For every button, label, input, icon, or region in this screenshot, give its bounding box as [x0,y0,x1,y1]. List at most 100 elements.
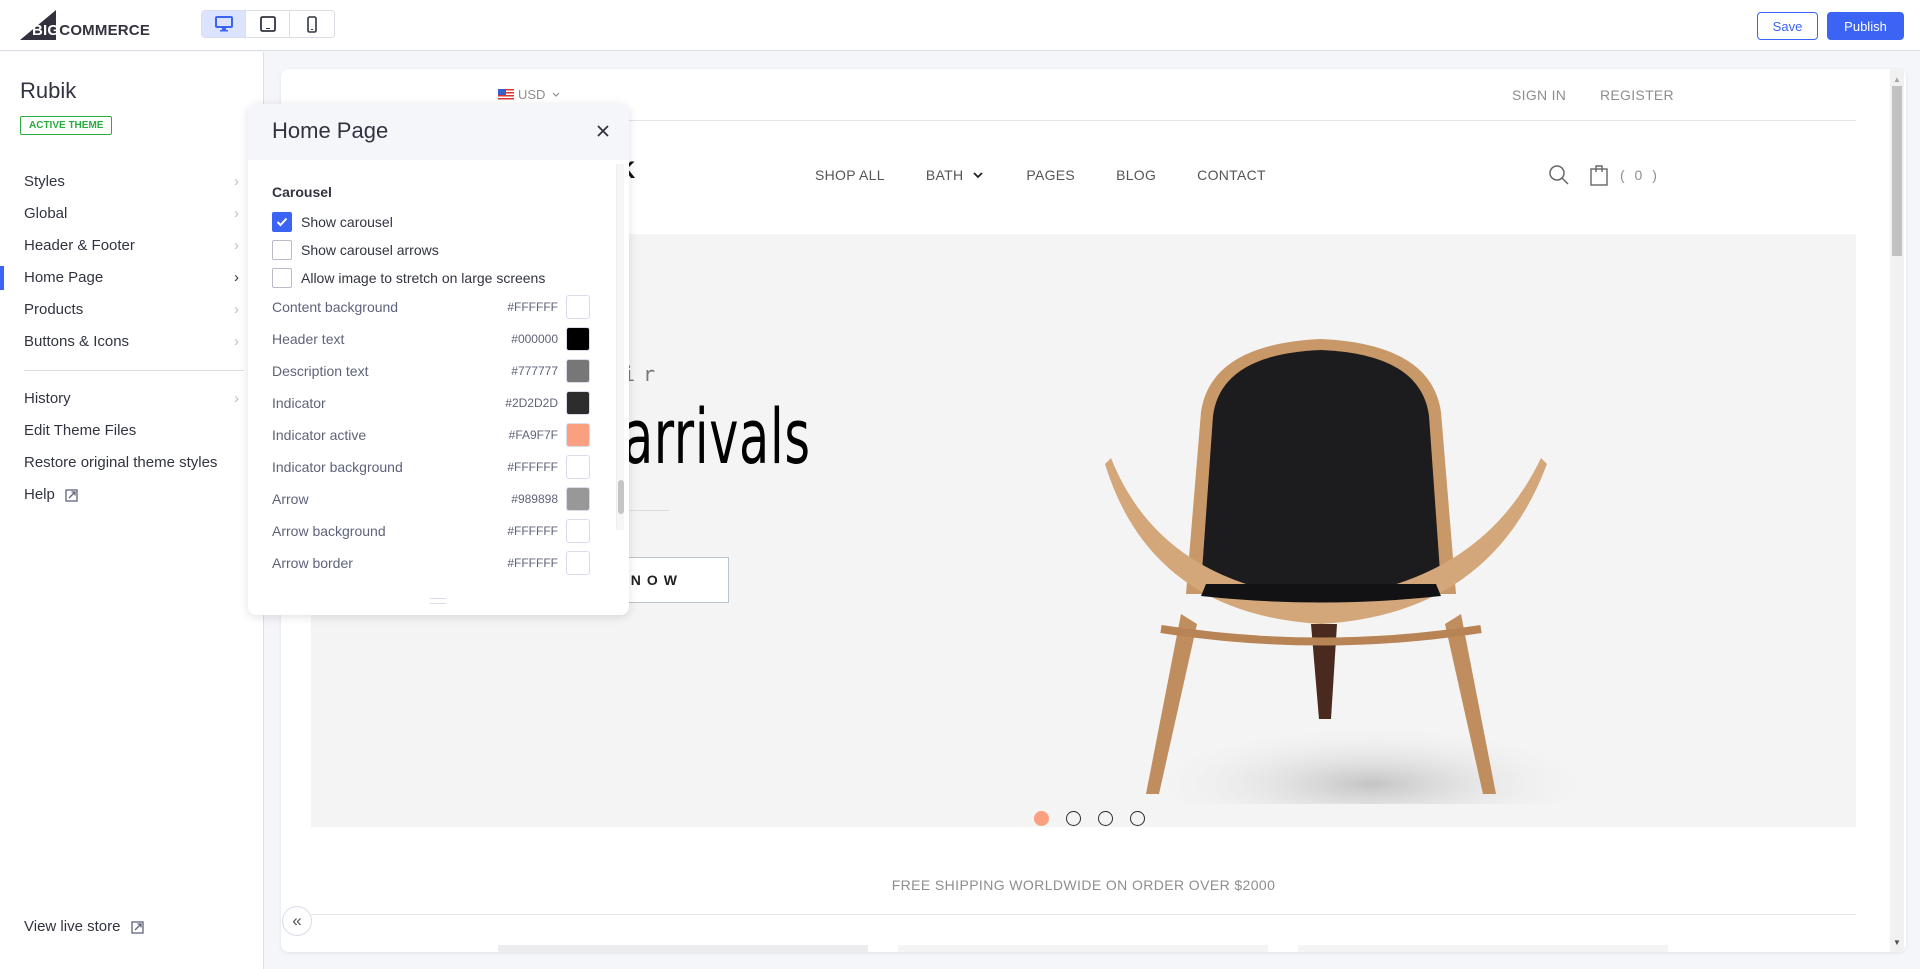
preview-scrollbar[interactable]: ▲ ▼ [1890,69,1904,952]
device-toggle-group [201,10,335,38]
checkmark-icon [276,217,288,227]
checkbox-label: Show carousel [301,214,393,230]
color-swatch[interactable] [566,551,590,575]
sidebar-item-label: Home Page [24,269,104,286]
checkbox-label: Show carousel arrows [301,242,439,258]
sidebar-item-buttons-icons[interactable]: Buttons & Icons › [0,326,264,358]
sidebar-divider [24,370,244,371]
hero-title: arrivals [623,392,811,481]
sidebar-item-global[interactable]: Global › [0,198,264,230]
color-label: Header text [272,331,345,347]
chevron-right-icon: › [234,237,239,254]
currency-selector[interactable]: USD [498,87,563,102]
bigcommerce-logo[interactable]: BIGCOMMERCE [20,10,150,40]
sidebar-item-help[interactable]: Help [0,479,264,511]
color-hex: #FFFFFF [507,556,558,570]
publish-button[interactable]: Publish [1827,12,1904,40]
sidebar-item-label: Buttons & Icons [24,333,130,350]
search-icon[interactable] [1548,164,1570,186]
view-live-store-link[interactable]: View live store [24,918,144,935]
shopping-bag-icon[interactable] [1590,164,1608,186]
carousel-section-title: Carousel [272,184,332,200]
color-hex: #2D2D2D [505,396,558,410]
product-card-placeholder [898,945,1268,952]
sidebar-item-styles[interactable]: Styles › [0,166,264,198]
save-button[interactable]: Save [1757,12,1818,40]
product-card-placeholder [1298,945,1668,952]
register-link[interactable]: REGISTER [1600,87,1674,103]
panel-scrollbar[interactable] [616,164,624,530]
nav-bath[interactable]: BATH [926,167,986,183]
nav-blog[interactable]: BLOG [1116,167,1156,183]
chevron-right-icon: › [234,173,239,190]
sidebar-nav: Styles › Global › Header & Footer › Home Pa… [0,166,264,511]
color-label: Indicator background [272,459,403,475]
home-page-settings-panel: Home Page Carousel Show carousel Show ca… [248,104,629,615]
us-flag-icon [498,89,514,100]
sidebar-item-header-footer[interactable]: Header & Footer › [0,230,264,262]
external-link-icon [65,488,78,502]
sidebar-item-label: Edit Theme Files [24,422,137,439]
carousel-dot-4[interactable] [1130,811,1145,826]
carousel-dot-3[interactable] [1098,811,1113,826]
chevron-right-icon: › [234,205,239,222]
tablet-view-button[interactable] [246,11,290,37]
show-carousel-arrows-checkbox[interactable]: Show carousel arrows [272,239,439,261]
free-shipping-banner: FREE SHIPPING WORLDWIDE ON ORDER OVER $2… [891,877,1276,893]
panel-scrollbar-thumb[interactable] [618,480,624,514]
sidebar-item-home-page[interactable]: Home Page › [0,262,264,294]
panel-resize-handle[interactable] [430,598,446,604]
nav-shop-all[interactable]: SHOP ALL [815,167,885,183]
sidebar-item-label: Help [24,486,55,503]
hero-subtitle: ir [623,362,664,386]
checkbox-checked[interactable] [272,212,292,232]
color-swatch[interactable] [566,455,590,479]
close-panel-button[interactable] [592,120,614,142]
sidebar-item-label: History [24,390,71,407]
color-setting-arrow-border: Arrow border #FFFFFF [272,551,590,575]
panel-header: Home Page [248,104,629,160]
color-swatch[interactable] [566,487,590,511]
sign-in-link[interactable]: SIGN IN [1512,87,1566,103]
desktop-view-button[interactable] [202,11,246,37]
active-theme-badge: ACTIVE THEME [20,116,113,135]
product-card-placeholder [498,945,868,952]
show-carousel-checkbox[interactable]: Show carousel [272,211,393,233]
shop-now-label: NOW [630,572,683,588]
sidebar-item-history[interactable]: History › [0,383,264,415]
collapse-sidebar-button[interactable]: « [282,906,312,936]
mobile-view-button[interactable] [290,11,334,37]
logo-big-text: BIG [32,22,60,39]
allow-image-stretch-checkbox[interactable]: Allow image to stretch on large screens [272,267,545,289]
sidebar-item-edit-theme-files[interactable]: Edit Theme Files [0,415,264,447]
checkbox-unchecked[interactable] [272,268,292,288]
checkbox-label: Allow image to stretch on large screens [301,270,546,286]
chevron-right-icon: › [234,269,239,286]
color-swatch[interactable] [566,359,590,383]
sidebar-item-restore-styles[interactable]: Restore original theme styles [0,447,264,479]
color-swatch[interactable] [566,519,590,543]
nav-pages[interactable]: PAGES [1026,167,1075,183]
sidebar-item-products[interactable]: Products › [0,294,264,326]
carousel-dot-2[interactable] [1066,811,1081,826]
carousel-dot-1[interactable] [1034,811,1049,826]
sidebar-item-label: Header & Footer [24,237,135,254]
checkbox-unchecked[interactable] [272,240,292,260]
color-swatch[interactable] [566,423,590,447]
color-label: Indicator active [272,427,367,443]
nav-contact[interactable]: CONTACT [1197,167,1266,183]
chevron-right-icon: › [234,390,239,407]
chair-product-image [1105,339,1601,804]
color-label: Indicator [272,395,326,411]
scrollbar-thumb[interactable] [1892,86,1902,256]
nav-bath-label: BATH [925,167,964,183]
color-swatch[interactable] [566,327,590,351]
scroll-up-arrow-icon[interactable]: ▲ [1890,71,1904,87]
color-swatch[interactable] [566,295,590,319]
scroll-down-arrow-icon[interactable]: ▼ [1890,934,1904,950]
color-setting-header-text: Header text #000000 [272,327,590,351]
color-label: Description text [272,363,369,379]
sidebar: Rubik ACTIVE THEME Styles › Global › Heade… [0,52,264,969]
desktop-icon [214,16,233,32]
color-swatch[interactable] [566,391,590,415]
